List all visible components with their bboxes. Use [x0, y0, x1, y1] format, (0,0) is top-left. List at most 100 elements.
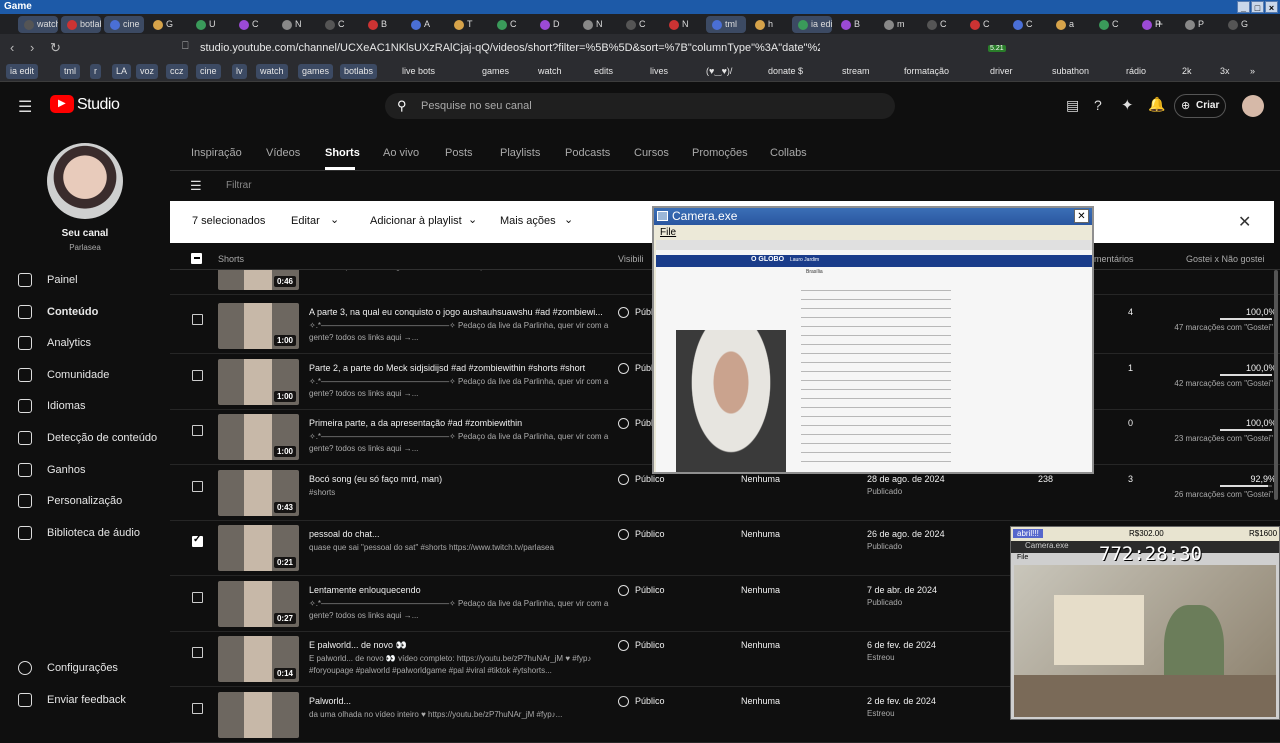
- filter-input[interactable]: Filtrar: [226, 180, 252, 191]
- row-checkbox[interactable]: [192, 481, 203, 492]
- browser-tab[interactable]: a: [1050, 16, 1090, 33]
- video-title[interactable]: pessoal do chat...: [309, 529, 609, 539]
- bookmark-item[interactable]: r: [90, 64, 101, 79]
- bookmark-item[interactable]: formatação: [904, 64, 949, 79]
- bookmark-item[interactable]: games: [482, 64, 509, 79]
- bookmark-item[interactable]: botlabs: [340, 64, 378, 79]
- bookmark-item[interactable]: watch: [538, 64, 562, 79]
- video-thumbnail[interactable]: 1:00: [218, 359, 299, 405]
- row-checkbox[interactable]: [192, 703, 203, 714]
- tab-collabs[interactable]: Collabs: [770, 147, 807, 159]
- sidebar-item-painel[interactable]: Painel: [0, 265, 170, 295]
- bookmark-item[interactable]: tml: [60, 64, 80, 79]
- create-button[interactable]: ⊕ Criar: [1174, 94, 1226, 118]
- video-title[interactable]: Primeira parte, a da apresentação #ad #z…: [309, 418, 609, 428]
- col-visibility[interactable]: Visibili: [618, 254, 643, 264]
- messages-icon[interactable]: ▤: [1066, 97, 1079, 114]
- video-thumbnail[interactable]: 0:46: [218, 270, 299, 290]
- camera-file-menu[interactable]: File: [660, 227, 676, 238]
- bookmark-item[interactable]: games: [298, 64, 334, 79]
- menu-icon[interactable]: ☰: [18, 97, 32, 117]
- bookmark-item[interactable]: live bots: [402, 64, 435, 79]
- visibility-cell[interactable]: Público: [618, 529, 665, 541]
- tab-promo-es[interactable]: Promoções: [692, 147, 748, 159]
- close-window-button[interactable]: ×: [1265, 1, 1278, 13]
- row-checkbox[interactable]: [192, 534, 203, 547]
- browser-tab[interactable]: N: [577, 16, 617, 33]
- browser-tab[interactable]: C: [1093, 16, 1133, 33]
- sidebar-item-analytics[interactable]: Analytics: [0, 328, 170, 358]
- camera-close-button[interactable]: ✕: [1074, 209, 1089, 223]
- browser-tab[interactable]: G: [1222, 16, 1262, 33]
- bookmark-item[interactable]: rádio: [1126, 64, 1146, 79]
- col-shorts[interactable]: Shorts: [218, 254, 244, 264]
- browser-tab[interactable]: m: [878, 16, 918, 33]
- video-thumbnail[interactable]: 0:27: [218, 581, 299, 627]
- bookmark-item[interactable]: ccz: [166, 64, 188, 79]
- forward-icon[interactable]: ›: [30, 40, 34, 55]
- bookmark-item[interactable]: watch: [256, 64, 288, 79]
- bookmark-item[interactable]: lives: [650, 64, 668, 79]
- bookmark-item[interactable]: 2k: [1182, 64, 1192, 79]
- browser-tab[interactable]: C: [964, 16, 1004, 33]
- more-bookmarks-icon[interactable]: »: [1250, 64, 1255, 79]
- browser-tab[interactable]: U: [190, 16, 230, 33]
- browser-tab[interactable]: watch: [18, 16, 58, 33]
- video-thumbnail[interactable]: [218, 692, 299, 738]
- camera-window-titlebar[interactable]: Camera.exe: [654, 208, 1092, 225]
- browser-tab[interactable]: A: [405, 16, 445, 33]
- browser-tab[interactable]: C: [620, 16, 660, 33]
- sidebar-item-conte-do[interactable]: Conteúdo: [0, 297, 170, 327]
- row-checkbox[interactable]: [192, 314, 203, 325]
- browser-tab[interactable]: T: [448, 16, 488, 33]
- row-checkbox[interactable]: [192, 370, 203, 381]
- visibility-cell[interactable]: Público: [618, 640, 665, 652]
- browser-tab[interactable]: tml: [706, 16, 746, 33]
- browser-tab[interactable]: C: [319, 16, 359, 33]
- browser-tab[interactable]: C: [1007, 16, 1047, 33]
- browser-tab[interactable]: botlabs: [61, 16, 101, 33]
- edit-dropdown[interactable]: Editar: [291, 215, 320, 227]
- filter-icon[interactable]: ☰: [190, 178, 202, 194]
- browser-tab[interactable]: cine: [104, 16, 144, 33]
- video-thumbnail[interactable]: 1:00: [218, 303, 299, 349]
- tab-inspira-o[interactable]: Inspiração: [191, 147, 242, 159]
- col-likes-ratio[interactable]: Gostei x Não gostei: [1186, 254, 1265, 264]
- video-thumbnail[interactable]: 1:00: [218, 414, 299, 460]
- tab-podcasts[interactable]: Podcasts: [565, 147, 610, 159]
- video-title[interactable]: Palworld...: [309, 696, 609, 706]
- tab-shorts[interactable]: Shorts: [325, 147, 360, 159]
- bookmark-item[interactable]: ia edit: [6, 64, 39, 79]
- bookmark-item[interactable]: stream: [842, 64, 870, 79]
- bookmark-item[interactable]: lv: [232, 64, 247, 79]
- scrollbar[interactable]: [1274, 270, 1278, 500]
- minimize-button[interactable]: _: [1237, 1, 1250, 13]
- video-title[interactable]: E palworld... de novo 👀: [309, 640, 609, 651]
- sidebar-item-biblioteca-de-udio[interactable]: Biblioteca de áudio: [0, 518, 170, 548]
- tab-v-deos[interactable]: Vídeos: [266, 147, 300, 159]
- bookmark-item[interactable]: LA: [112, 64, 132, 79]
- row-checkbox[interactable]: [192, 647, 203, 658]
- channel-avatar[interactable]: [47, 143, 123, 219]
- add-to-playlist-dropdown[interactable]: Adicionar à playlist: [370, 215, 462, 227]
- notifications-icon[interactable]: 🔔: [1148, 96, 1165, 113]
- more-actions-dropdown[interactable]: Mais ações: [500, 215, 556, 227]
- video-thumbnail[interactable]: 0:14: [218, 636, 299, 682]
- browser-tab[interactable]: G: [147, 16, 187, 33]
- bookmark-item[interactable]: voz: [136, 64, 159, 79]
- close-selection-icon[interactable]: ✕: [1238, 212, 1251, 232]
- browser-tab[interactable]: h: [749, 16, 789, 33]
- video-title[interactable]: Lentamente enlouquecendo: [309, 585, 609, 595]
- browser-tab[interactable]: B: [362, 16, 402, 33]
- bookmark-item[interactable]: edits: [594, 64, 613, 79]
- tab-cursos[interactable]: Cursos: [634, 147, 669, 159]
- visibility-cell[interactable]: Públ: [618, 363, 653, 375]
- browser-tab[interactable]: D: [534, 16, 574, 33]
- browser-tab[interactable]: C: [491, 16, 531, 33]
- back-icon[interactable]: ‹: [10, 40, 14, 55]
- tab-playlists[interactable]: Playlists: [500, 147, 540, 159]
- col-comments[interactable]: mentários: [1094, 254, 1134, 264]
- row-checkbox[interactable]: [192, 592, 203, 603]
- reload-icon[interactable]: ↻: [50, 40, 61, 56]
- account-avatar[interactable]: [1242, 95, 1264, 117]
